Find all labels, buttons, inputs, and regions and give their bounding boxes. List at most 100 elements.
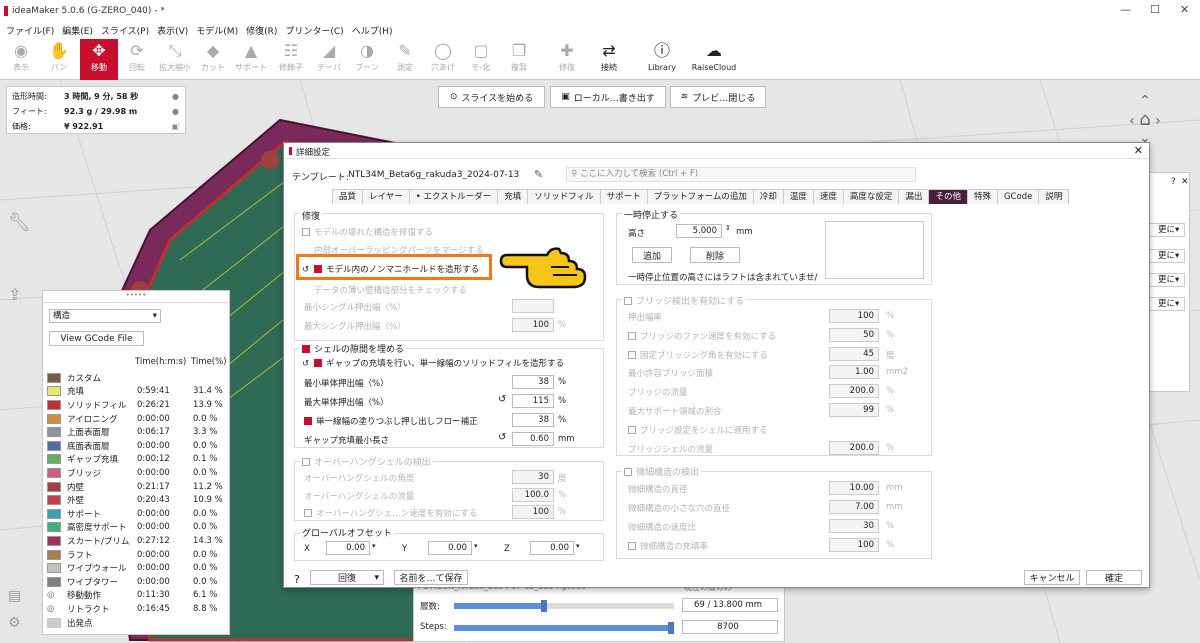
right-dropdown[interactable]: 更に▾ (1145, 273, 1185, 287)
menu-file[interactable]: ファイル(F) (6, 24, 54, 37)
panel-question-icon[interactable]: ? (1171, 177, 1176, 187)
eye-hidden-icon[interactable]: ◎ (47, 590, 61, 600)
tool-scale-button[interactable]: ⤡ 拡大縮小 (156, 39, 194, 80)
legend-row[interactable]: ソリッドフィル 0:26:21 13.9 % (47, 398, 227, 412)
delete-pause-button[interactable]: 削除 (690, 247, 740, 263)
reset-icon[interactable]: ↺ (498, 394, 506, 405)
wrench-icon[interactable]: 🔧︎ (8, 212, 31, 233)
eye-hidden-icon[interactable]: ◎ (47, 604, 61, 614)
non-manifold-checkbox[interactable]: ↺ モデル内のノンマニホールドを造形する (302, 263, 479, 275)
right-dropdown[interactable]: 更に▾ (1145, 297, 1185, 311)
tool-eye-button[interactable]: ◉ 表示 (2, 39, 40, 80)
reset-icon[interactable]: ↺ (498, 432, 506, 443)
panel-drag-handle[interactable]: ••••• (43, 291, 229, 303)
menu-printer[interactable]: プリンター(C) (285, 24, 343, 37)
tab-4[interactable]: ソリッドフィル (527, 189, 601, 204)
repair-broken-checkbox[interactable]: モデルの壊れた構造を修復する (302, 226, 433, 238)
max-extrude-input[interactable]: 115 (512, 394, 554, 408)
close-preview-button[interactable]: ≋ プレビ…閉じる (670, 86, 766, 108)
bridge-row-input[interactable]: 200.0 (829, 384, 879, 399)
upload-icon[interactable]: ⇪ (8, 285, 21, 304)
legend-row[interactable]: ギャップ充填 0:00:12 0.1 % (47, 453, 227, 467)
spin-icon[interactable]: ⇕ (725, 224, 731, 232)
offset-x-input[interactable]: 0.00 (326, 541, 370, 555)
tool-duplicate-button[interactable]: ❐ 複製 (500, 39, 538, 80)
arrow-right-icon[interactable]: › (1155, 113, 1161, 129)
bridge-row-input[interactable]: 200.0 (829, 440, 879, 455)
steps-slider[interactable] (454, 622, 674, 634)
overhang-speed-input[interactable]: 100 (512, 505, 554, 519)
tab-15[interactable]: 説明 (1038, 189, 1070, 204)
legend-row[interactable]: 外壁 0:20:43 10.9 % (47, 493, 227, 507)
legend-row[interactable]: ワイプタワー 0:00:00 0.0 % (47, 575, 227, 589)
max-single-input[interactable]: 100 (512, 318, 554, 332)
layer-slider-handle[interactable] (541, 600, 548, 612)
tab-8[interactable]: 温度 (782, 189, 814, 204)
tool-taper-button[interactable]: ◢ テーパ (310, 39, 348, 80)
clipboard-icon[interactable]: ▤ (8, 588, 21, 604)
close-button[interactable]: ✕ (1180, 3, 1189, 16)
tab-5[interactable]: サポート (599, 189, 648, 204)
tool-boolean-button[interactable]: ◑ ブーン (348, 39, 386, 80)
help-icon[interactable]: ● (172, 107, 179, 116)
bridge-row-input[interactable]: 99 (829, 403, 879, 417)
legend-row[interactable]: ラフト 0:00:00 0.0 % (47, 548, 227, 562)
micro-row-input[interactable]: 10.00 (829, 481, 879, 495)
revert-button[interactable]: 回復 ▾ (310, 570, 384, 585)
shell-title[interactable]: シェルの隙間を埋める (300, 342, 407, 355)
thin-wall-checkbox[interactable]: データの薄い壁構造部分をチェックする (314, 284, 467, 296)
minimize-button[interactable]: — (1120, 3, 1131, 16)
menu-repair[interactable]: 修復(R) (246, 24, 277, 37)
settings-search-input[interactable]: ⚲ ここに入力して検索 (Ctrl + F) (566, 167, 916, 182)
bridge-title[interactable]: ブリッジ検出を有効にする (622, 294, 747, 307)
tool-cloud-button[interactable]: ☁ RaiseCloud (690, 39, 738, 80)
legend-row[interactable]: ワイプウォール 0:00:00 0.0 % (47, 561, 227, 575)
tab-9[interactable]: 速度 (812, 189, 844, 204)
min-extrude-input[interactable]: 38 (512, 375, 554, 389)
help-icon[interactable]: ● (172, 92, 179, 101)
view-gcode-button[interactable]: View GCode File (49, 331, 144, 346)
bridge-row-input[interactable]: 50 (829, 327, 879, 342)
legend-row[interactable]: アイロニング 0:00:00 0.0 % (47, 412, 227, 426)
menu-help[interactable]: ヘルプ(H) (352, 24, 393, 37)
micro-row-input[interactable]: 30 (829, 519, 879, 533)
overhang-flow-input[interactable]: 100.0 (512, 488, 554, 502)
add-pause-button[interactable]: 追加 (632, 247, 672, 263)
steps-value[interactable]: 8700 (682, 620, 778, 634)
bridge-row-input[interactable]: 45 (829, 346, 879, 361)
cancel-button[interactable]: キャンセル (1024, 570, 1080, 585)
layer-slider[interactable] (454, 600, 674, 612)
spin-icon[interactable]: ▾ (474, 542, 478, 550)
micro-row-input[interactable]: 7.00 (829, 500, 879, 514)
tab-0[interactable]: 品質 (332, 189, 364, 204)
tool-rotate-button[interactable]: ⟳ 回転 (118, 39, 156, 80)
gap-min-length-input[interactable]: 0.60 (512, 432, 554, 446)
pause-height-input[interactable]: 5.000 (676, 224, 722, 238)
tool-modifier-button[interactable]: ☷ 修飾子 (272, 39, 310, 80)
tool-move-button[interactable]: ✥ 移動 (80, 39, 118, 80)
layer-value[interactable]: 69 / 13.800 mm (682, 598, 778, 612)
help-button[interactable]: ? (294, 573, 300, 586)
menu-model[interactable]: モデル(M) (196, 24, 238, 37)
overhang-angle-input[interactable]: 30 (512, 470, 554, 484)
structure-dropdown[interactable]: 構造 ▾ (49, 309, 161, 323)
gap-fill-checkbox[interactable]: ↺ ギャップの充填を行い、単一線幅のソリッドフィルを造形する (302, 357, 564, 369)
arrow-up-icon[interactable]: ⌃ (1120, 93, 1170, 109)
spin-icon[interactable]: ▾ (576, 542, 580, 550)
micro-title[interactable]: 微細構造の検出 (622, 465, 702, 478)
start-slice-button[interactable]: ⊙ スライスを始める (438, 86, 545, 108)
menu-view[interactable]: 表示(V) (157, 24, 188, 37)
legend-row[interactable]: 底面表面層 0:00:00 0.0 % (47, 439, 227, 453)
arrow-left-icon[interactable]: ‹ (1129, 113, 1135, 129)
tool-support-button[interactable]: ▲ サポート (232, 39, 270, 80)
tool-model-button[interactable]: ▢ モ-化 (462, 39, 500, 80)
view-navigation[interactable]: ⌃ ‹ ⌂ › ⌄ (1120, 93, 1170, 146)
tool-hole-button[interactable]: ◯ 穴あけ (424, 39, 462, 80)
reset-icon[interactable]: ↺ (302, 265, 309, 275)
offset-z-input[interactable]: 0.00 (530, 541, 574, 555)
flow-compensation-input[interactable]: 38 (512, 413, 554, 427)
tool-library-button[interactable]: ⓘ Library (640, 39, 684, 80)
offset-y-input[interactable]: 0.00 (428, 541, 472, 555)
tab-7[interactable]: 冷却 (752, 189, 784, 204)
settings-icon[interactable]: ⚙ (8, 615, 21, 631)
